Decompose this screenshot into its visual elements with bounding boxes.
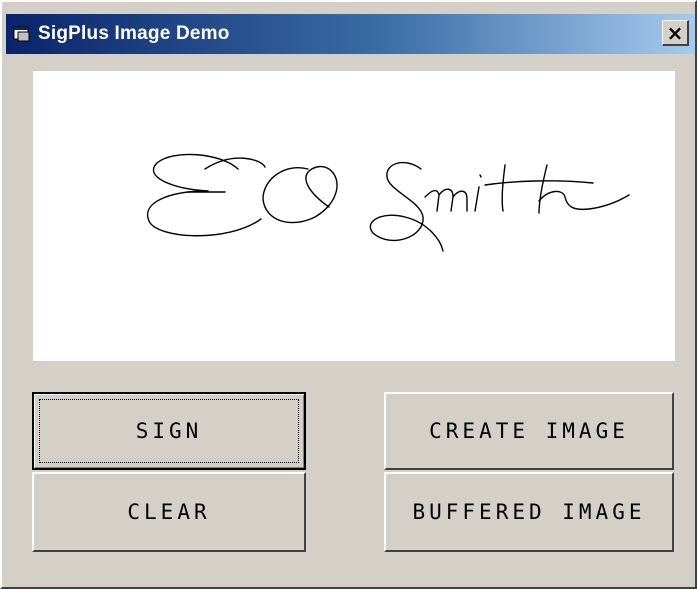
close-icon: × <box>666 20 684 45</box>
focus-ring <box>39 399 299 463</box>
create-image-button[interactable]: CREATE IMAGE <box>384 392 674 470</box>
signature-image <box>146 153 630 252</box>
signature-pad[interactable] <box>33 71 675 361</box>
sign-button[interactable]: SIGN <box>32 392 306 470</box>
title-bar[interactable]: SigPlus Image Demo × <box>6 14 695 54</box>
app-window: SigPlus Image Demo × SIGN CLEAR CREATE I… <box>0 0 697 589</box>
app-window-icon <box>12 24 32 44</box>
buffered-image-button[interactable]: BUFFERED IMAGE <box>384 472 674 552</box>
clear-button[interactable]: CLEAR <box>32 472 306 552</box>
create-image-button-label: CREATE IMAGE <box>429 419 629 443</box>
window-title: SigPlus Image Demo <box>38 23 230 44</box>
buffered-image-button-label: BUFFERED IMAGE <box>412 500 646 524</box>
clear-button-label: CLEAR <box>127 500 211 524</box>
close-button[interactable]: × <box>662 20 689 46</box>
